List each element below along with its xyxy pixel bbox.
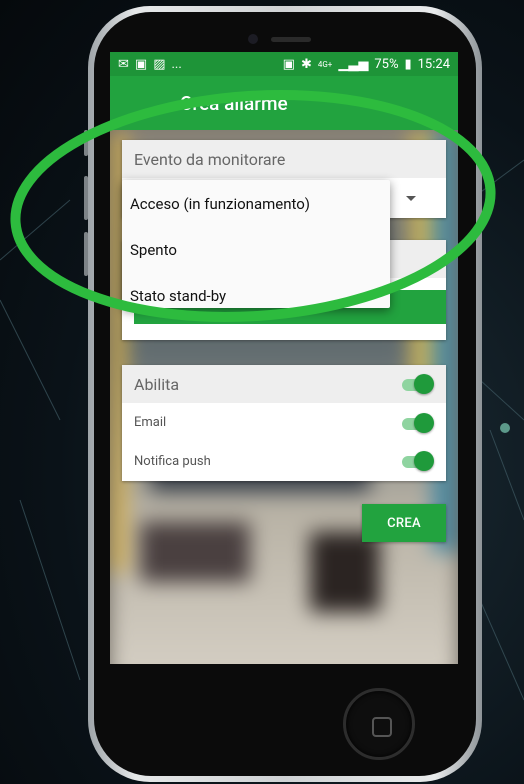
front-camera [248, 34, 258, 44]
video-notification-icon: ▣ [134, 56, 148, 72]
phone-screen: ✉ ▣ ▨ ... ▣ ✱ 4G+ ▁▃▅ 75% ▮ 15:24 Crea a… [110, 52, 458, 664]
notifications-card: Abilita Email Notifica push [122, 365, 446, 481]
page-title: Crea allarme [180, 92, 288, 115]
cast-icon: ▣ [282, 56, 295, 72]
enable-label: Abilita [134, 375, 180, 394]
event-field-label: Evento da monitorare [134, 150, 286, 169]
signal-icon: ▁▃▅ [338, 56, 369, 72]
option-stand-by[interactable]: Stato stand-by [130, 287, 226, 305]
battery-icon: ▮ [404, 56, 412, 72]
clock: 15:24 [417, 56, 450, 72]
volume-up-button [84, 176, 88, 220]
image-notification-icon: ▨ [153, 56, 166, 72]
volume-down-button [84, 232, 88, 276]
option-acceso[interactable]: Acceso (in funzionamento) [130, 195, 310, 213]
push-label: Notifica push [134, 454, 211, 469]
app-bar: Crea allarme [110, 76, 458, 130]
home-button[interactable] [343, 688, 415, 760]
event-dropdown-menu: Acceso (in funzionamento) Spento Stato s… [122, 180, 390, 308]
option-spento[interactable]: Spento [130, 241, 177, 259]
enable-toggle[interactable] [400, 374, 434, 394]
email-label: Email [134, 415, 167, 430]
push-toggle[interactable] [400, 451, 434, 471]
home-square-icon [372, 717, 392, 737]
create-button[interactable]: CREA [362, 504, 446, 542]
bluetooth-icon: ✱ [300, 56, 312, 72]
network-type: 4G+ [317, 59, 333, 69]
more-notifications: ... [171, 56, 182, 72]
status-bar: ✉ ▣ ▨ ... ▣ ✱ 4G+ ▁▃▅ 75% ▮ 15:24 [110, 52, 458, 76]
chevron-down-icon [406, 196, 416, 201]
earpiece-speaker [271, 37, 311, 42]
email-toggle[interactable] [400, 413, 434, 433]
battery-percent: 75% [374, 56, 399, 72]
email-notification-icon: ✉ [118, 56, 129, 72]
mute-switch [84, 130, 88, 156]
